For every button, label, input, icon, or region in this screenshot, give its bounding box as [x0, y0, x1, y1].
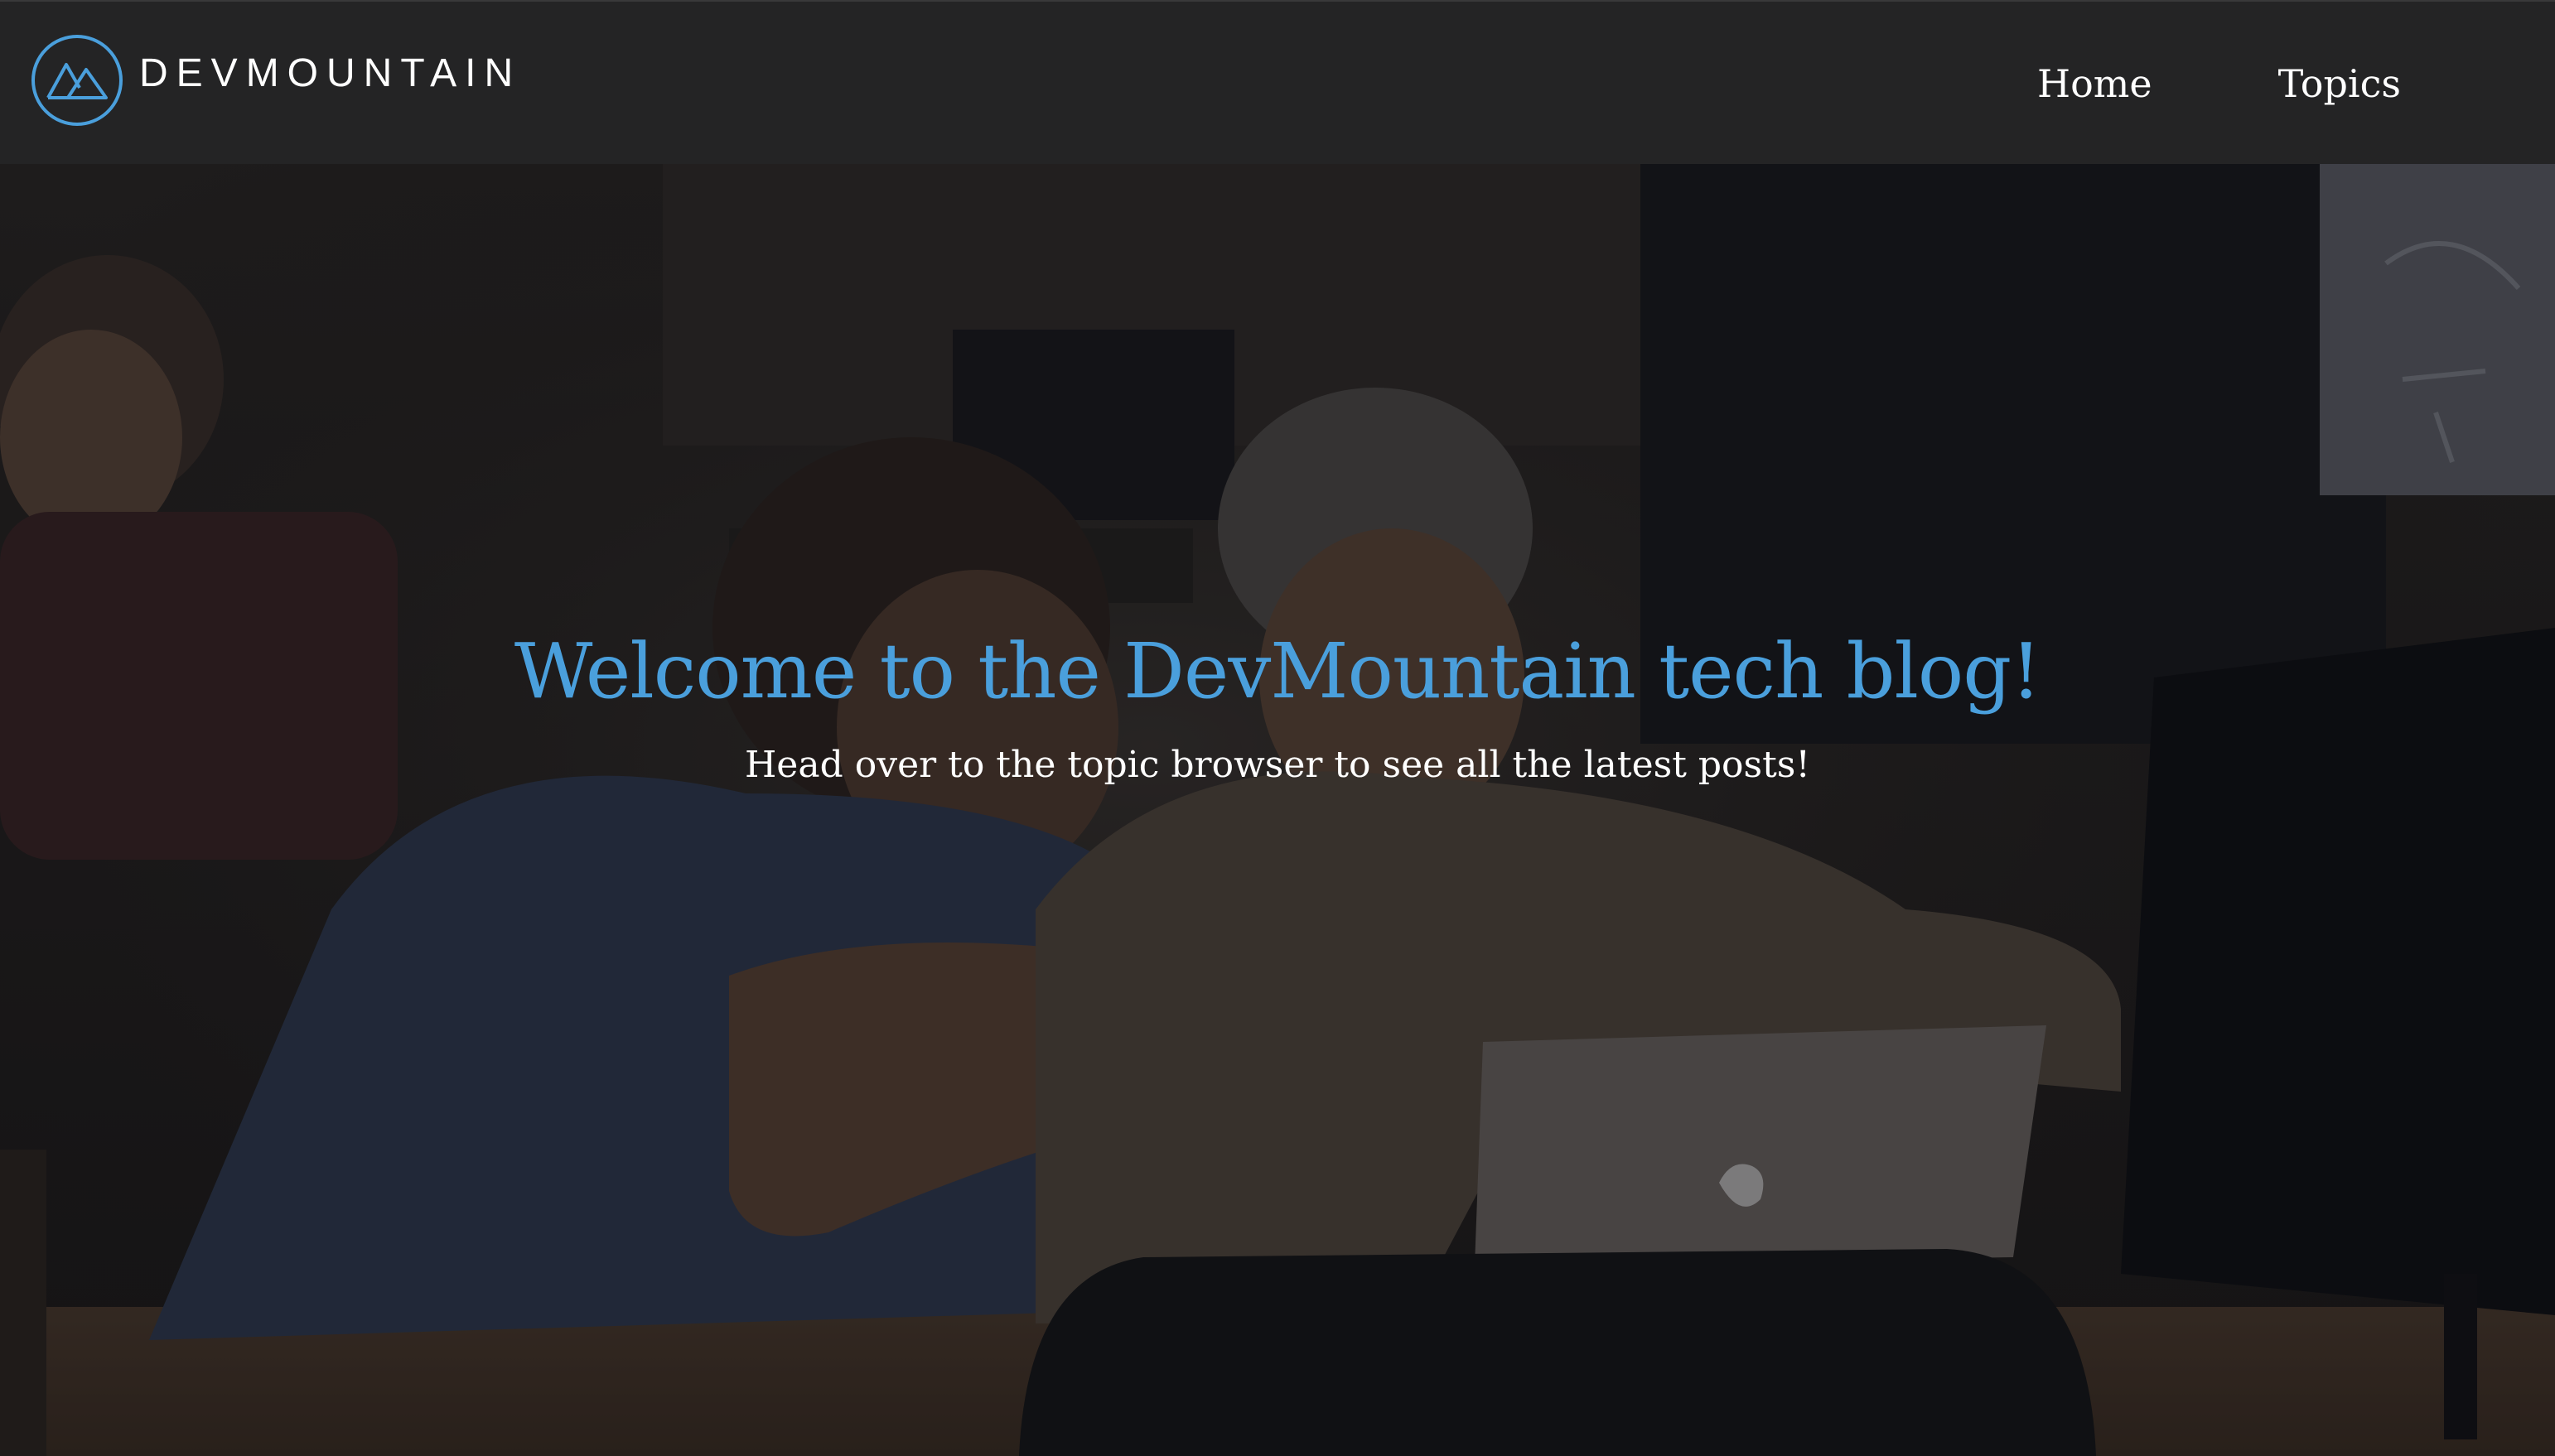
hero-subtitle: Head over to the topic browser to see al… — [744, 743, 1811, 786]
page: DEVMOUNTAIN Home Topics Welcome to the D… — [0, 0, 2555, 1456]
nav-link-topics[interactable]: Topics — [2278, 65, 2401, 103]
brand-home-link[interactable]: DEVMOUNTAIN — [30, 33, 521, 128]
top-navbar: DEVMOUNTAIN Home Topics — [0, 0, 2555, 164]
hero-content: Welcome to the DevMountain tech blog! He… — [0, 628, 2555, 788]
hero-title: Welcome to the DevMountain tech blog! — [514, 627, 2041, 716]
hero-dark-overlay — [0, 164, 2555, 1456]
main-nav: Home Topics — [1911, 2, 2401, 166]
brand-name: DEVMOUNTAIN — [139, 51, 522, 95]
mountain-logo-icon — [31, 35, 123, 126]
nav-link-home[interactable]: Home — [2037, 65, 2152, 103]
hero-section: Welcome to the DevMountain tech blog! He… — [0, 164, 2555, 1456]
